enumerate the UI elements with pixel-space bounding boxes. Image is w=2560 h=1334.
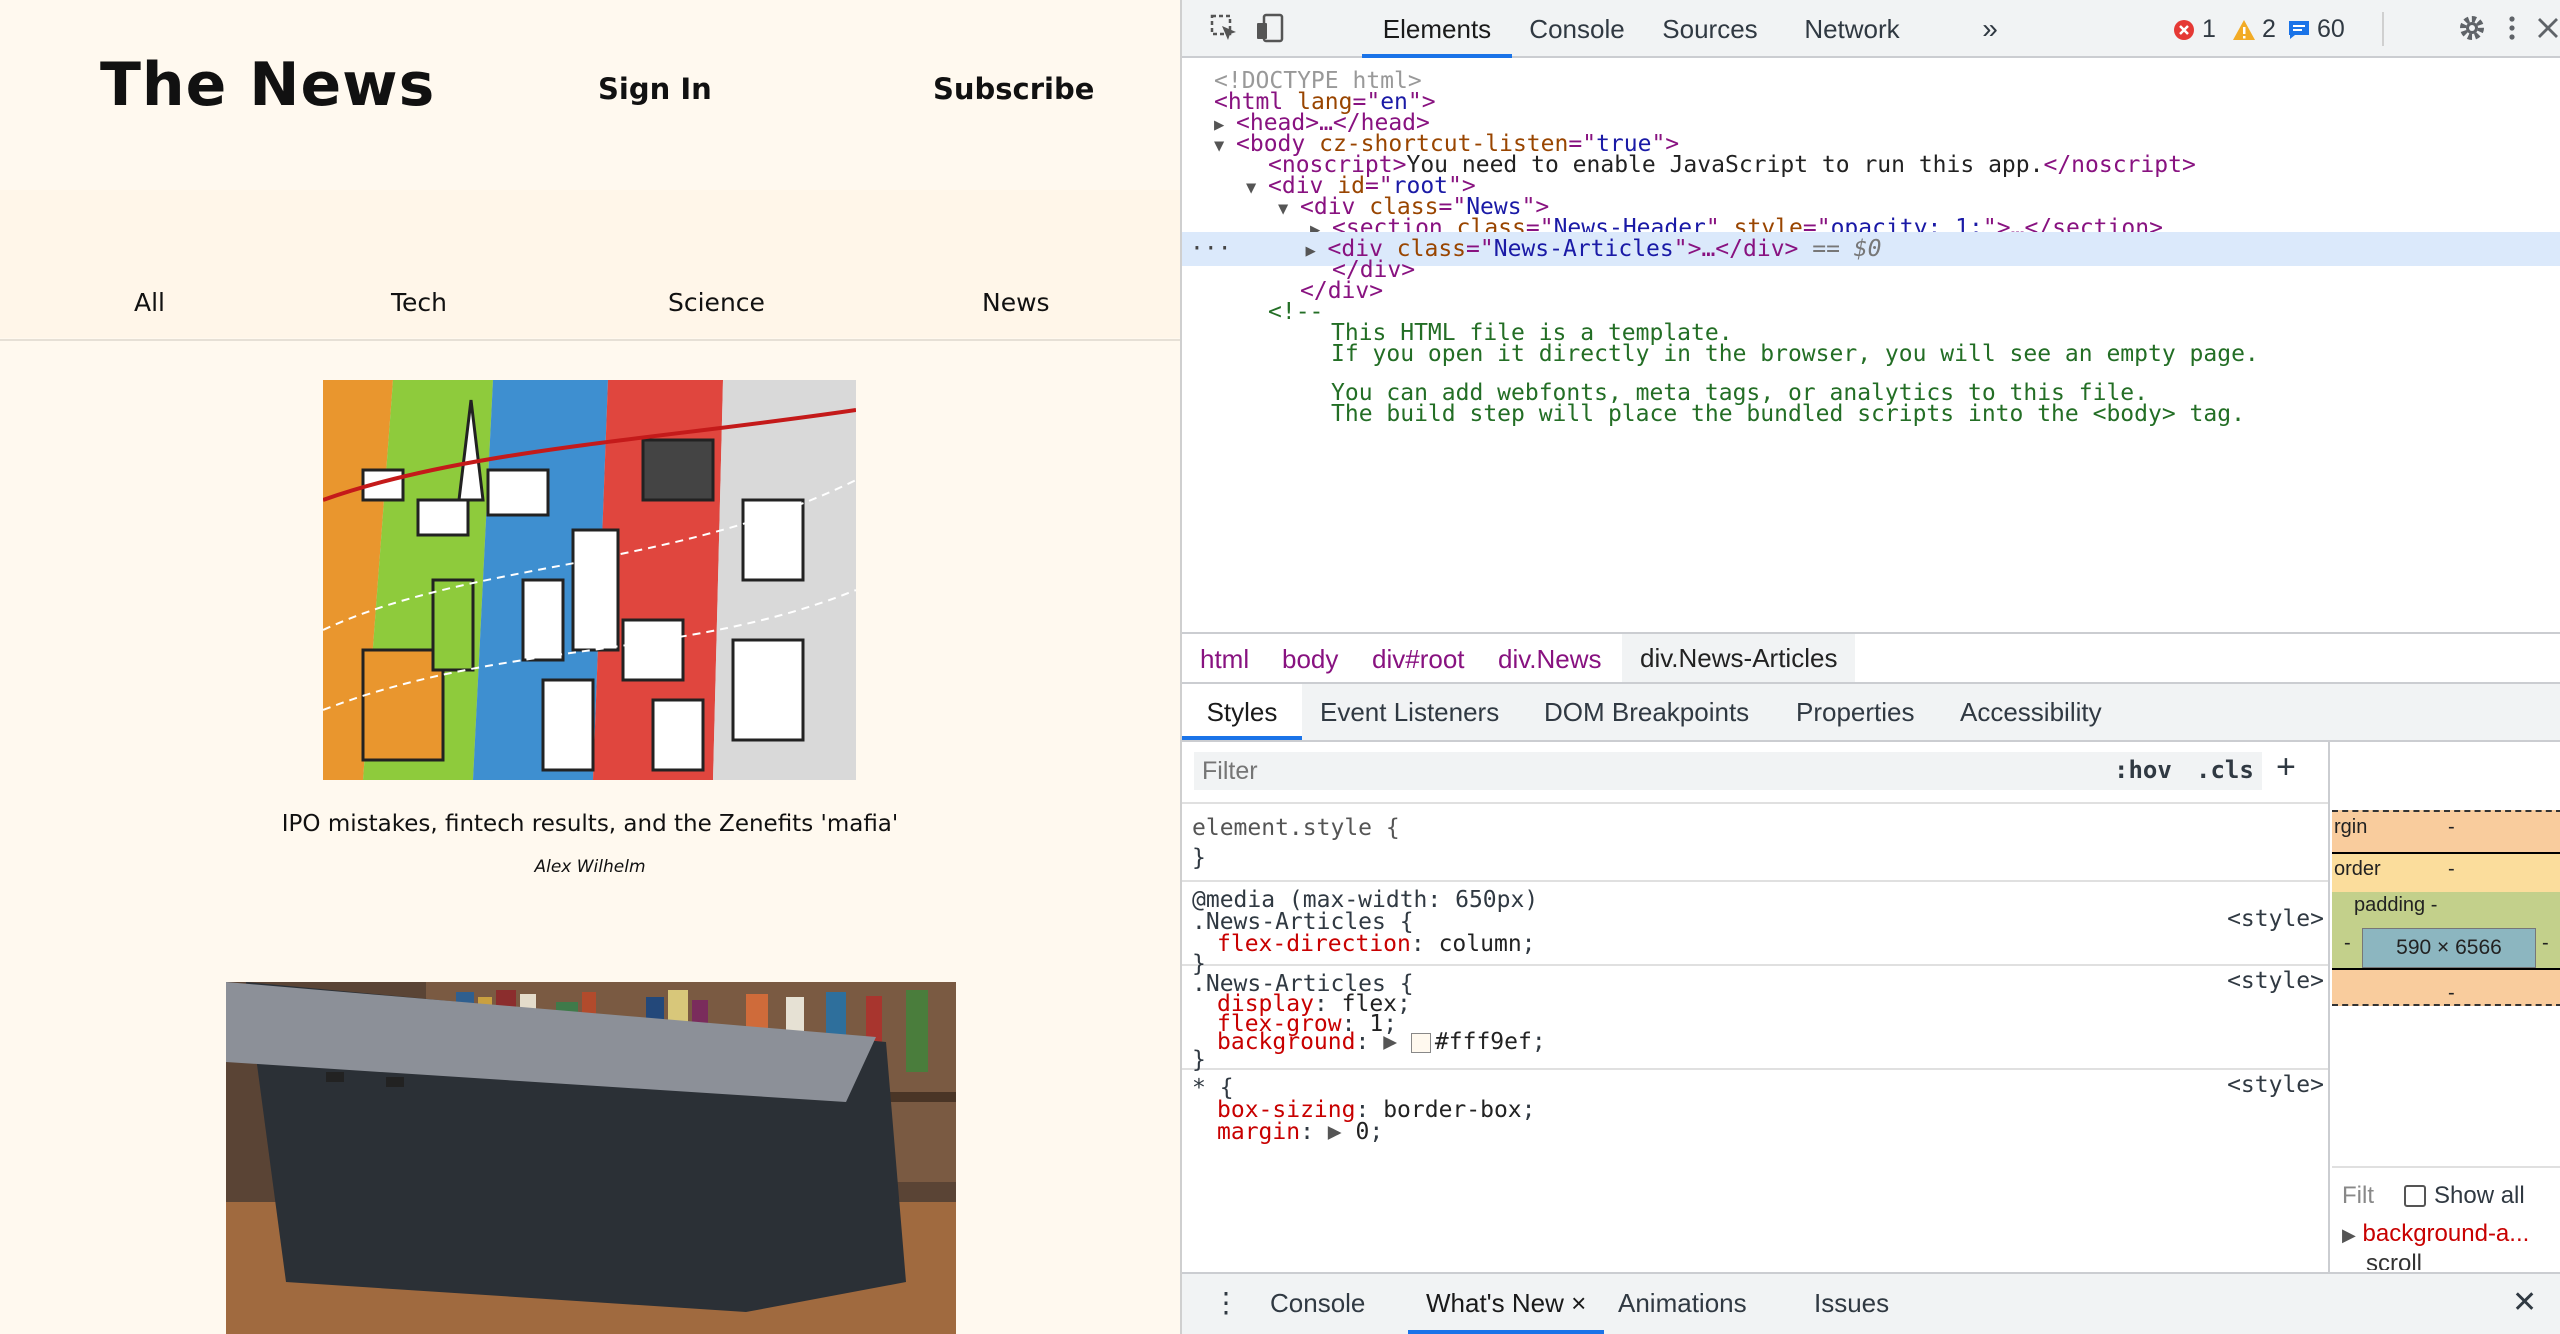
drawer-tab-console[interactable]: Console xyxy=(1270,1274,1365,1334)
style-rule-element: element.style { } xyxy=(1182,804,2328,882)
style-rule-universal: * { <style> box-sizing: border-box; marg… xyxy=(1192,1072,2324,1145)
computed-styles-row: Filt Show all xyxy=(2332,1166,2560,1220)
tab-sources[interactable]: Sources xyxy=(1650,0,1770,58)
devtools-toolbar: Elements Console Sources Network » 1 2 6… xyxy=(1182,0,2560,58)
isometric-city-illustration xyxy=(323,380,856,780)
style-source-link[interactable]: <style> xyxy=(2227,906,2324,932)
elements-subtabs: Styles Event Listeners DOM Breakpoints P… xyxy=(1182,684,2560,742)
show-all-label: Show all xyxy=(2434,1182,2525,1209)
new-rule-plus-icon[interactable]: + xyxy=(2276,748,2296,787)
show-all-checkbox[interactable] xyxy=(2404,1185,2426,1207)
class-toggle[interactable]: .cls xyxy=(2196,756,2254,784)
error-icon xyxy=(2174,19,2194,40)
color-swatch[interactable] xyxy=(1410,1032,1431,1053)
dom-comment-line: If you open it directly in the browser, … xyxy=(1331,341,2259,367)
article-title[interactable]: IPO mistakes, fintech results, and the Z… xyxy=(0,811,1180,837)
style-source-link[interactable]: <style> xyxy=(2227,968,2324,994)
tab-event-listeners[interactable]: Event Listeners xyxy=(1320,684,1499,740)
styles-filter-row: :hov .cls + xyxy=(1182,742,2328,804)
style-rule-news-articles: .News-Articles { <style> display: flex; … xyxy=(1182,966,2328,1073)
tab-console[interactable]: Console xyxy=(1522,0,1632,58)
drawer-tab-whats-new[interactable]: What's New × xyxy=(1408,1274,1605,1334)
category-news[interactable]: News xyxy=(982,288,1050,317)
article-image-fintech-illustration[interactable] xyxy=(323,380,856,780)
tab-network[interactable]: Network xyxy=(1792,0,1912,58)
style-source-link[interactable]: <style> xyxy=(2227,1072,2324,1098)
breadcrumb-html[interactable]: html xyxy=(1200,644,1249,675)
expand-triangle-icon[interactable]: ▶ xyxy=(2342,1225,2356,1245)
category-tech[interactable]: Tech xyxy=(391,288,447,317)
message-count[interactable]: 60 xyxy=(2287,15,2345,44)
tab-accessibility[interactable]: Accessibility xyxy=(1960,684,2102,740)
devtools-drawer: ⋮ Console What's New × Animations Issues… xyxy=(1182,1272,2560,1334)
devtools-panel: Elements Console Sources Network » 1 2 6… xyxy=(1180,0,2560,1334)
tab-dom-breakpoints[interactable]: DOM Breakpoints xyxy=(1544,684,1749,740)
news-page: The News Sign In Subscribe All Tech Scie… xyxy=(0,0,1180,1334)
breadcrumb: html body div#root div.News div.News-Art… xyxy=(1182,632,2560,684)
breadcrumb-body[interactable]: body xyxy=(1282,644,1338,675)
breadcrumb-root[interactable]: div#root xyxy=(1372,644,1465,675)
warning-count[interactable]: 2 xyxy=(2232,15,2276,44)
breadcrumb-news-articles[interactable]: div.News-Articles xyxy=(1622,634,1856,682)
more-options-kebab-icon[interactable] xyxy=(2494,10,2530,46)
computed-property-row[interactable]: ▶ background-a... xyxy=(2342,1220,2529,1248)
more-tabs-chevron-icon[interactable]: » xyxy=(1972,0,2008,58)
dom-tree: <!DOCTYPE html> <html lang="en"> ▶ <head>… xyxy=(1182,58,2560,632)
styles-pane: :hov .cls + element.style { } @media (ma… xyxy=(1182,742,2330,1272)
box-model-content[interactable]: 590 × 6566 xyxy=(2362,928,2536,968)
drawer-menu-icon[interactable]: ⋮ xyxy=(1212,1274,1240,1334)
tab-properties[interactable]: Properties xyxy=(1796,684,1915,740)
close-drawer-icon[interactable]: ✕ xyxy=(2512,1274,2537,1334)
inspect-element-icon[interactable] xyxy=(1206,10,1242,46)
category-divider xyxy=(0,339,1180,341)
site-logo[interactable]: The News xyxy=(100,50,435,120)
warning-icon xyxy=(2233,19,2255,40)
error-count[interactable]: 1 xyxy=(2172,15,2216,44)
device-toolbar-icon[interactable] xyxy=(1252,10,1288,46)
tab-elements[interactable]: Elements xyxy=(1362,0,1512,58)
category-science[interactable]: Science xyxy=(668,288,765,317)
dom-comment-line: The build step will place the bundled sc… xyxy=(1331,401,2245,427)
article-author: Alex Wilhelm xyxy=(534,857,646,877)
subscribe-link[interactable]: Subscribe xyxy=(933,72,1094,106)
sign-in-link[interactable]: Sign In xyxy=(598,72,712,106)
category-all[interactable]: All xyxy=(134,288,165,317)
computed-property-value: scroll xyxy=(2366,1250,2423,1270)
styles-filter-input[interactable] xyxy=(1194,752,2262,790)
expand-triangle-icon[interactable]: ▶ xyxy=(1383,1029,1397,1055)
computed-filter-input[interactable]: Filt xyxy=(2342,1182,2374,1210)
tab-styles[interactable]: Styles xyxy=(1182,684,1302,740)
settings-gear-icon[interactable] xyxy=(2454,10,2490,46)
hover-state-toggle[interactable]: :hov xyxy=(2114,756,2172,784)
close-tab-icon[interactable]: × xyxy=(1571,1288,1586,1318)
message-icon xyxy=(2289,20,2309,39)
drawer-tab-issues[interactable]: Issues xyxy=(1814,1274,1889,1334)
close-devtools-icon[interactable] xyxy=(2530,10,2560,46)
breadcrumb-news[interactable]: div.News xyxy=(1498,644,1602,675)
toolbar-divider xyxy=(2382,12,2384,46)
drawer-tab-animations[interactable]: Animations xyxy=(1618,1274,1747,1334)
article-image-laptop-stand[interactable] xyxy=(226,982,956,1334)
style-rule-media: @media (max-width: 650px) .News-Articles… xyxy=(1182,882,2328,977)
laptop-on-stand-photo xyxy=(226,982,956,1334)
